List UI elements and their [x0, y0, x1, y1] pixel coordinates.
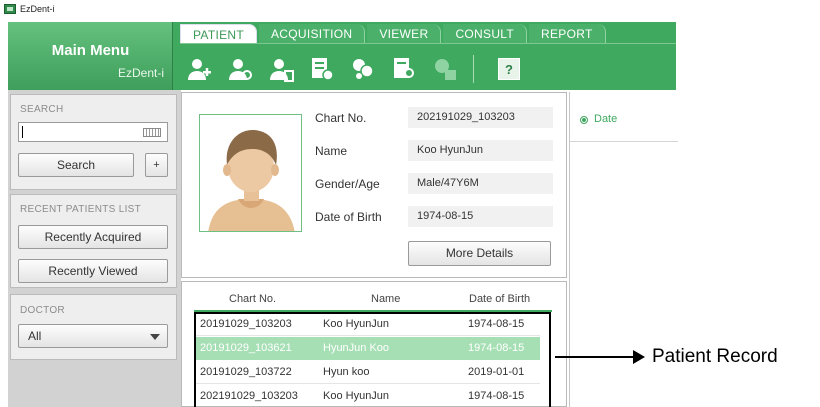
toolbar-separator [473, 55, 474, 83]
gender-age-label: Gender/Age [315, 177, 380, 191]
search-input[interactable] [18, 122, 168, 142]
tab-acquisition[interactable]: ACQUISITION [259, 24, 366, 44]
name-value: Koo HyunJun [408, 140, 553, 161]
dob-value: 1974-08-15 [408, 206, 553, 227]
column-header-chart-no[interactable]: Chart No. [229, 293, 276, 305]
date-divider [570, 141, 678, 142]
patient-toolbar: ? [186, 54, 535, 84]
text-caret [22, 126, 23, 138]
tab-underline [180, 43, 676, 44]
annotation-label: Patient Record [652, 346, 778, 367]
search-section-label: SEARCH [20, 104, 64, 115]
title-bar: EzDent-i [0, 0, 678, 18]
window-title: EzDent-i [20, 4, 55, 14]
doctor-select-value: All [28, 329, 42, 343]
patient-info-panel: Chart No. 202191029_103203 Name Koo Hyun… [181, 92, 567, 278]
patient-record-highlight-box [194, 312, 551, 407]
delete-patient-icon[interactable] [268, 56, 294, 82]
import-record-icon[interactable] [309, 56, 335, 82]
add-patient-icon[interactable] [186, 56, 212, 82]
main-menu-button[interactable]: Main Menu EzDent-i [8, 22, 173, 90]
name-label: Name [315, 144, 348, 158]
more-details-button[interactable]: More Details [408, 241, 551, 266]
doctor-section-label: DOCTOR [20, 305, 65, 316]
doctor-section: DOCTOR All [10, 294, 177, 360]
annotation-arrow-line [555, 356, 637, 358]
dob-label: Date of Birth [315, 210, 382, 224]
left-panel: SEARCH Search + RECENT PATIENTS LIST Rec… [8, 90, 181, 407]
recently-acquired-button[interactable]: Recently Acquired [18, 225, 168, 249]
app-logo-icon [4, 4, 16, 14]
chevron-down-icon [150, 334, 160, 340]
merge-patients-icon[interactable] [350, 56, 376, 82]
save-icon[interactable] [432, 56, 458, 82]
column-header-name[interactable]: Name [371, 293, 400, 305]
date-label[interactable]: Date [594, 113, 617, 125]
recent-section-label: RECENT PATIENTS LIST [20, 204, 142, 215]
recently-viewed-button[interactable]: Recently Viewed [18, 259, 168, 283]
keyboard-icon[interactable] [143, 128, 161, 137]
module-tabs: PATIENT ACQUISITION VIEWER CONSULT REPOR… [180, 24, 608, 44]
chart-no-value: 202191029_103203 [408, 107, 553, 128]
doctor-select[interactable]: All [18, 324, 168, 348]
date-radio[interactable] [580, 116, 588, 124]
gender-age-value: Male/47Y6M [408, 173, 553, 194]
help-icon[interactable]: ? [498, 58, 520, 80]
main-menu-title: Main Menu [51, 42, 130, 59]
search-section: SEARCH Search + [10, 94, 177, 190]
recent-patients-section: RECENT PATIENTS LIST Recently Acquired R… [10, 194, 177, 288]
search-button[interactable]: Search [18, 153, 134, 177]
tab-consult[interactable]: CONSULT [443, 24, 528, 44]
column-header-dob[interactable]: Date of Birth [469, 293, 530, 305]
tab-viewer[interactable]: VIEWER [367, 24, 442, 44]
chart-no-label: Chart No. [315, 111, 367, 125]
app-window: EzDent-i Main Menu EzDent-i PATIENT ACQU… [0, 0, 820, 407]
search-record-icon[interactable] [391, 56, 417, 82]
tab-report[interactable]: REPORT [529, 24, 606, 44]
patient-avatar [199, 114, 302, 232]
edit-patient-icon[interactable] [227, 56, 253, 82]
main-menu-subtitle: EzDent-i [117, 66, 164, 80]
add-search-button[interactable]: + [145, 153, 168, 177]
tab-patient[interactable]: PATIENT [180, 24, 257, 44]
annotation-arrow-head [633, 350, 645, 364]
